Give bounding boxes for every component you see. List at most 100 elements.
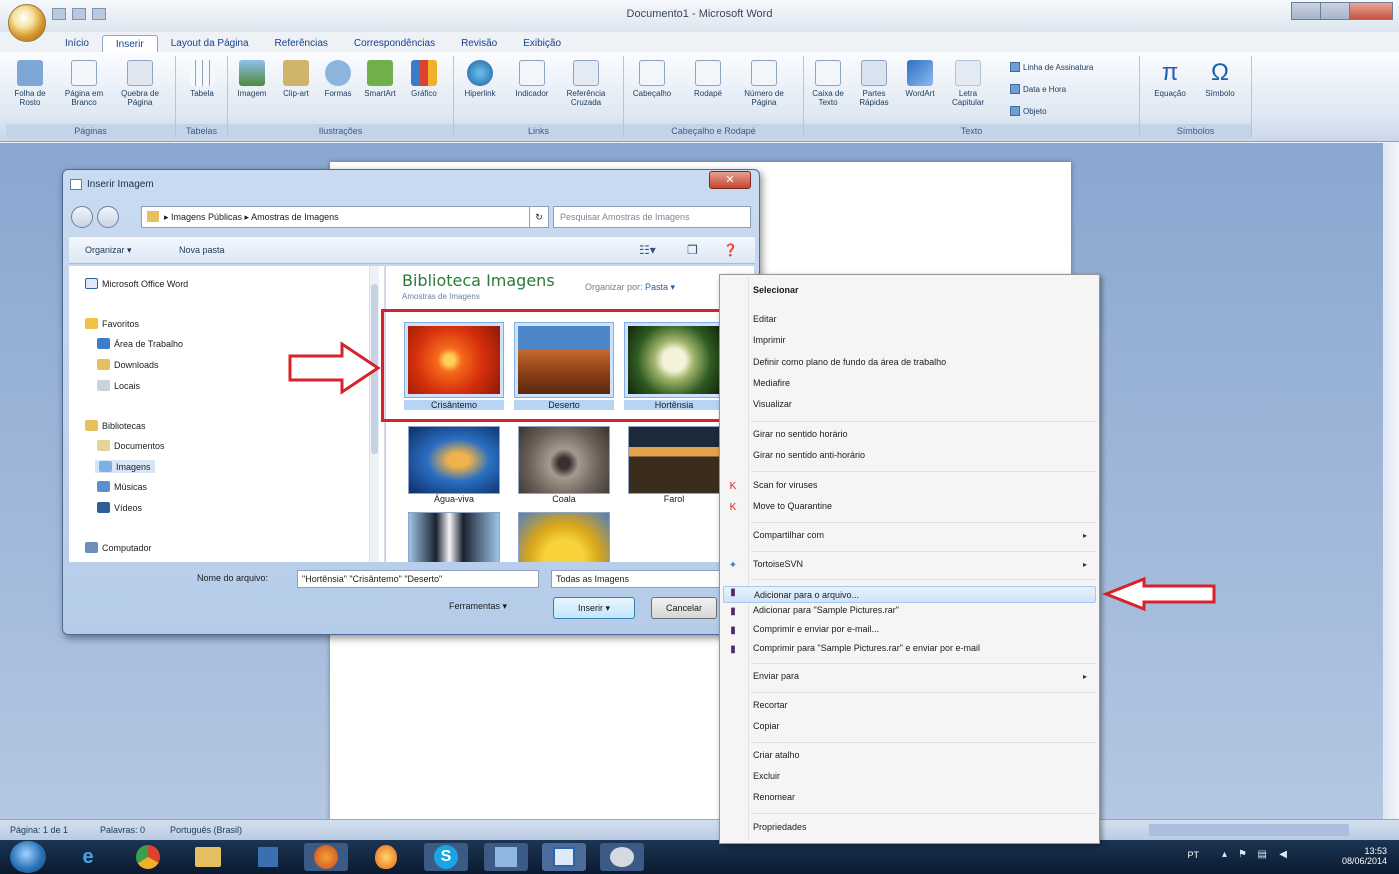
thumbnail-tulipas[interactable]: [518, 512, 610, 562]
menu-item-propriedades[interactable]: Propriedades: [753, 822, 807, 832]
menu-item-renomear[interactable]: Renomear: [753, 792, 795, 802]
footer-button[interactable]: Rodapé: [688, 60, 728, 98]
menu-item-excluir[interactable]: Excluir: [753, 771, 780, 781]
close-button[interactable]: [1349, 2, 1393, 20]
network-icon[interactable]: ▤: [1258, 850, 1267, 860]
page-number-button[interactable]: Número de Página: [744, 60, 784, 107]
views-icon[interactable]: ☷▾: [639, 243, 656, 257]
menu-item-editar[interactable]: Editar: [753, 314, 777, 324]
tab-layout[interactable]: Layout da Página: [158, 35, 262, 53]
menu-item-definir-plano-fundo[interactable]: Definir como plano de fundo da área de t…: [753, 357, 946, 367]
menu-item-comprimir-email[interactable]: Comprimir e enviar por e-mail...: [753, 624, 879, 634]
volume-icon[interactable]: ◀: [1279, 850, 1287, 860]
object-button[interactable]: Objeto: [1010, 106, 1047, 116]
start-button[interactable]: [10, 841, 46, 873]
back-button[interactable]: [71, 206, 93, 228]
header-button[interactable]: Cabeçalho: [632, 60, 672, 98]
menu-item-scan-viruses[interactable]: Scan for viruses: [753, 480, 818, 490]
forward-button[interactable]: [97, 206, 119, 228]
menu-item-girar-anti-horario[interactable]: Girar no sentido anti-horário: [753, 450, 865, 460]
nav-word[interactable]: Microsoft Office Word: [85, 278, 188, 289]
organize-button[interactable]: Organizar ▾: [85, 245, 132, 256]
page-break-button[interactable]: Quebra de Página: [120, 60, 160, 107]
clock[interactable]: 13:53 08/06/2014: [1327, 846, 1387, 866]
clip-art-button[interactable]: Clip-art: [276, 60, 316, 98]
insert-button[interactable]: Inserir ▾: [553, 597, 635, 619]
language-tray[interactable]: PT: [1187, 850, 1199, 860]
nav-libraries[interactable]: Bibliotecas: [85, 420, 146, 431]
tools-button[interactable]: Ferramentas ▾: [449, 601, 507, 612]
blank-page-button[interactable]: Página em Branco: [64, 60, 104, 107]
thumbnail-agua-viva[interactable]: [408, 426, 500, 494]
internet-explorer-icon[interactable]: e: [66, 843, 110, 871]
firefox-icon[interactable]: [304, 843, 348, 871]
thumbnail-pinguins[interactable]: [408, 512, 500, 562]
wordart-button[interactable]: WordArt: [900, 60, 940, 98]
menu-item-compartilhar[interactable]: Compartilhar com: [753, 530, 824, 540]
preview-pane-icon[interactable]: ❐: [687, 243, 698, 257]
nav-documents[interactable]: Documentos: [97, 440, 165, 451]
menu-item-mediafire[interactable]: Mediafire: [753, 378, 790, 388]
cover-page-button[interactable]: Folha de Rosto: [10, 60, 50, 107]
paint-icon[interactable]: [600, 843, 644, 871]
menu-item-adicionar-rar[interactable]: Adicionar para "Sample Pictures.rar": [753, 605, 899, 615]
tab-revisao[interactable]: Revisão: [448, 35, 510, 53]
nav-desktop[interactable]: Área de Trabalho: [97, 338, 183, 349]
signature-line-button[interactable]: Linha de Assinatura: [1010, 62, 1093, 72]
symbol-button[interactable]: Ω Símbolo: [1200, 60, 1240, 99]
picture-button[interactable]: Imagem: [232, 60, 272, 98]
flag-icon[interactable]: ⚑: [1238, 850, 1247, 860]
nav-videos[interactable]: Vídeos: [97, 502, 142, 513]
menu-item-tortoisesvn[interactable]: TortoiseSVN: [753, 559, 803, 569]
menu-item-criar-atalho[interactable]: Criar atalho: [753, 750, 800, 760]
drop-cap-button[interactable]: Letra Capitular: [948, 60, 988, 107]
tab-inicio[interactable]: Início: [52, 35, 102, 53]
vertical-scrollbar[interactable]: [1383, 143, 1399, 819]
minimize-button[interactable]: [1291, 2, 1321, 20]
nav-music[interactable]: Músicas: [97, 481, 147, 492]
chart-button[interactable]: Gráfico: [404, 60, 444, 98]
equation-button[interactable]: π Equação: [1150, 60, 1190, 99]
tab-inserir[interactable]: Inserir: [101, 35, 158, 53]
filename-input[interactable]: "Hortênsia" "Crisântemo" "Deserto": [297, 570, 539, 588]
tab-correspondencias[interactable]: Correspondências: [341, 35, 448, 53]
office-button[interactable]: [8, 4, 46, 42]
nav-downloads[interactable]: Downloads: [97, 359, 159, 370]
page-count[interactable]: Página: 1 de 1: [10, 825, 68, 835]
media-player-icon[interactable]: [246, 843, 290, 871]
address-bar[interactable]: ▸ Imagens Públicas ▸ Amostras de Imagens: [141, 206, 547, 228]
zoom-slider[interactable]: [1149, 824, 1349, 836]
menu-item-visualizar[interactable]: Visualizar: [753, 399, 792, 409]
language-indicator[interactable]: Português (Brasil): [170, 825, 242, 835]
thumbnail-farol[interactable]: [628, 426, 720, 494]
nav-places[interactable]: Locais: [97, 380, 140, 391]
menu-item-adicionar-arquivo[interactable]: Adicionar para o arquivo...: [723, 586, 1096, 603]
tab-referencias[interactable]: Referências: [262, 35, 341, 53]
menu-item-selecionar[interactable]: Selecionar: [753, 285, 799, 295]
text-box-button[interactable]: Caixa de Texto: [808, 60, 848, 107]
nav-favorites[interactable]: Favoritos: [85, 318, 139, 329]
nav-images[interactable]: Imagens: [95, 460, 155, 473]
thumbnail-coala[interactable]: [518, 426, 610, 494]
flame-app-icon[interactable]: [364, 843, 408, 871]
navigation-scrollbar[interactable]: [369, 266, 379, 562]
bookmark-button[interactable]: Indicador: [512, 60, 552, 98]
filetype-select[interactable]: Todas as Imagens: [551, 570, 721, 588]
explorer-icon[interactable]: [186, 843, 230, 871]
skype-icon[interactable]: S: [424, 843, 468, 871]
date-time-button[interactable]: Data e Hora: [1010, 84, 1066, 94]
help-icon[interactable]: ❓: [723, 243, 738, 257]
dialog-close-button[interactable]: ✕: [709, 171, 751, 189]
app-icon[interactable]: [484, 843, 528, 871]
organize-by[interactable]: Organizar por: Pasta ▾: [585, 282, 675, 293]
cross-reference-button[interactable]: Referência Cruzada: [566, 60, 606, 107]
new-folder-button[interactable]: Nova pasta: [179, 245, 225, 255]
refresh-button[interactable]: ↻: [529, 206, 549, 228]
table-button[interactable]: Tabela: [182, 60, 222, 98]
show-hidden-icon[interactable]: ▴: [1222, 850, 1227, 860]
menu-item-imprimir[interactable]: Imprimir: [753, 335, 786, 345]
shapes-button[interactable]: Formas: [318, 60, 358, 98]
nav-computer[interactable]: Computador: [85, 542, 152, 553]
hyperlink-button[interactable]: Hiperlink: [460, 60, 500, 98]
smartart-button[interactable]: SmartArt: [360, 60, 400, 98]
